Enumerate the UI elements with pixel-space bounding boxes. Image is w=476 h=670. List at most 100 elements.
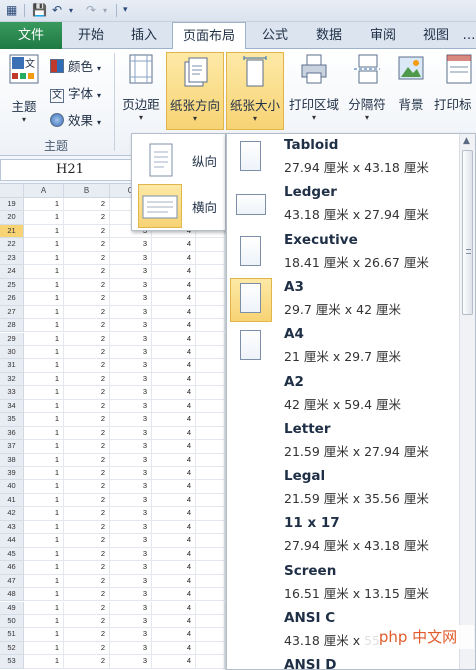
tab-page-layout[interactable]: 页面布局: [172, 22, 246, 50]
row-header[interactable]: 40: [0, 480, 24, 494]
cell[interactable]: 1: [24, 534, 64, 548]
cell[interactable]: 1: [24, 547, 64, 562]
row-header[interactable]: 29: [0, 332, 24, 346]
cell[interactable]: 4: [152, 628, 196, 642]
cell[interactable]: 1: [24, 493, 64, 508]
background-button[interactable]: 背景: [392, 53, 430, 127]
cell[interactable]: [196, 520, 225, 535]
cell[interactable]: 3: [110, 440, 152, 454]
redo-dropdown-icon[interactable]: ▾: [103, 6, 107, 15]
cell[interactable]: 3: [110, 332, 152, 346]
cell[interactable]: [196, 359, 225, 373]
cell[interactable]: 2: [64, 359, 110, 373]
cell[interactable]: 1: [24, 574, 64, 589]
cell[interactable]: 2: [64, 426, 110, 441]
tab-data[interactable]: 数据: [305, 22, 353, 49]
excel-icon[interactable]: ▦: [6, 3, 17, 17]
cell[interactable]: 4: [152, 547, 196, 562]
cell[interactable]: 1: [24, 359, 64, 373]
cell[interactable]: 4: [152, 386, 196, 400]
cell[interactable]: 4: [152, 655, 196, 669]
cell[interactable]: 3: [110, 520, 152, 535]
cell[interactable]: 4: [152, 574, 196, 589]
cell[interactable]: 3: [110, 641, 152, 656]
cell[interactable]: 1: [24, 305, 64, 320]
cell[interactable]: 2: [64, 251, 110, 266]
row-header[interactable]: 38: [0, 453, 24, 467]
cell[interactable]: 1: [24, 399, 64, 414]
row-header[interactable]: 51: [0, 628, 24, 642]
cell[interactable]: 3: [110, 359, 152, 373]
scrollbar[interactable]: ▲: [459, 134, 475, 669]
cell[interactable]: 4: [152, 493, 196, 508]
cell[interactable]: 2: [64, 332, 110, 346]
cell[interactable]: 2: [64, 493, 110, 508]
cell[interactable]: 2: [64, 305, 110, 320]
cell[interactable]: [196, 628, 225, 642]
cell[interactable]: 2: [64, 628, 110, 642]
cell[interactable]: [196, 386, 225, 400]
cell[interactable]: 3: [110, 655, 152, 669]
cell[interactable]: 1: [24, 614, 64, 629]
cell[interactable]: 1: [24, 238, 64, 252]
cell[interactable]: 4: [152, 601, 196, 615]
row-header[interactable]: 48: [0, 588, 24, 602]
column-header[interactable]: A: [24, 184, 64, 198]
size-button[interactable]: 纸张大小 ▾: [226, 52, 284, 130]
row-header[interactable]: 50: [0, 614, 24, 629]
cell[interactable]: 2: [64, 614, 110, 629]
cell[interactable]: 1: [24, 655, 64, 669]
cell[interactable]: [196, 614, 225, 629]
cell[interactable]: 1: [24, 292, 64, 306]
cell[interactable]: 3: [110, 574, 152, 589]
cell[interactable]: 4: [152, 467, 196, 481]
cell[interactable]: [196, 588, 225, 602]
cell[interactable]: [196, 547, 225, 562]
breaks-button[interactable]: 分隔符 ▾: [344, 53, 390, 127]
effects-button[interactable]: 效果 ▾: [50, 110, 101, 129]
cell[interactable]: 2: [64, 413, 110, 427]
cell[interactable]: 3: [110, 265, 152, 279]
orientation-button[interactable]: 纸张方向 ▾: [166, 52, 224, 130]
cell[interactable]: 2: [64, 467, 110, 481]
page-size-option[interactable]: Tabloid 27.94 厘米 x 43.18 厘米: [227, 135, 459, 182]
cell[interactable]: 3: [110, 345, 152, 360]
cell[interactable]: 4: [152, 265, 196, 279]
cell[interactable]: 1: [24, 467, 64, 481]
cell[interactable]: 2: [64, 507, 110, 521]
cell[interactable]: 4: [152, 238, 196, 252]
row-header[interactable]: 30: [0, 345, 24, 360]
cell[interactable]: 3: [110, 480, 152, 494]
worksheet-grid[interactable]: A B C D 19123420123421123422123423123424…: [0, 184, 225, 670]
cell[interactable]: 3: [110, 547, 152, 562]
cell[interactable]: [196, 265, 225, 279]
undo-icon[interactable]: ↶: [52, 3, 62, 17]
cell[interactable]: 4: [152, 305, 196, 320]
cell[interactable]: 3: [110, 453, 152, 467]
cell[interactable]: 4: [152, 319, 196, 333]
row-header[interactable]: 23: [0, 251, 24, 266]
cell[interactable]: [196, 292, 225, 306]
row-header[interactable]: 36: [0, 426, 24, 441]
cell[interactable]: 4: [152, 332, 196, 346]
cell[interactable]: 1: [24, 332, 64, 346]
cell[interactable]: 1: [24, 588, 64, 602]
cell[interactable]: 3: [110, 292, 152, 306]
cell[interactable]: [196, 440, 225, 454]
page-size-option[interactable]: Legal 21.59 厘米 x 35.56 厘米: [227, 466, 459, 513]
tab-view[interactable]: 视图: [412, 22, 460, 49]
cell[interactable]: 4: [152, 345, 196, 360]
row-header[interactable]: 33: [0, 386, 24, 400]
row-header[interactable]: 42: [0, 507, 24, 521]
cell[interactable]: 2: [64, 372, 110, 387]
cell[interactable]: 1: [24, 520, 64, 535]
cell[interactable]: 2: [64, 211, 110, 225]
cell[interactable]: 1: [24, 440, 64, 454]
cell[interactable]: [196, 641, 225, 656]
page-size-option[interactable]: Executive 18.41 厘米 x 26.67 厘米: [227, 230, 459, 277]
row-header[interactable]: 46: [0, 561, 24, 575]
cell[interactable]: 1: [24, 372, 64, 387]
cell[interactable]: 2: [64, 440, 110, 454]
cell[interactable]: 3: [110, 238, 152, 252]
cell[interactable]: 2: [64, 574, 110, 589]
